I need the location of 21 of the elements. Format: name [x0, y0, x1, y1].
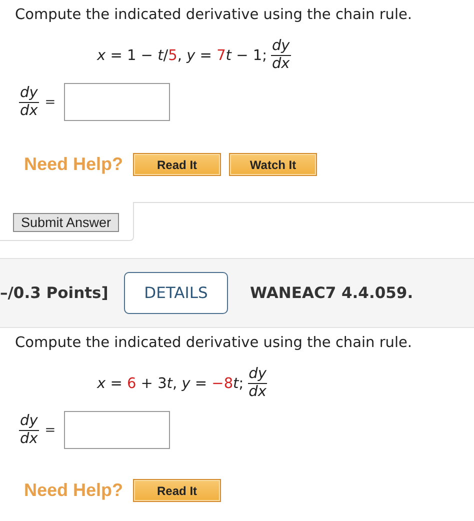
- derivative-label: dy dx: [19, 412, 39, 448]
- equation-text: x = 1 − t/5, y = 7t − 1;: [97, 48, 267, 64]
- help-button[interactable]: Read It: [133, 479, 222, 502]
- submit-answer-button[interactable]: Submit Answer: [13, 213, 120, 232]
- details-button[interactable]: DETAILS: [124, 272, 228, 314]
- equation-text: x = 6 + 3t, y = −8t;: [97, 376, 244, 392]
- help-button[interactable]: Watch It: [229, 153, 318, 176]
- derivative-fraction: dy dx: [248, 366, 268, 401]
- question-id: WANEAC7 4.4.059.: [250, 284, 414, 302]
- points-text: –/0.3 Points]: [0, 284, 110, 302]
- answer-field[interactable]: [64, 83, 170, 121]
- equals-sign: =: [44, 94, 56, 110]
- need-help-label: Need Help?: [24, 154, 124, 175]
- answer-field[interactable]: [64, 411, 170, 449]
- equals-sign: =: [44, 422, 56, 438]
- instruction-text: Compute the indicated derivative using the chain rule.: [15, 6, 414, 24]
- help-button[interactable]: Read It: [133, 153, 222, 176]
- derivative-fraction: dy dx: [270, 38, 291, 73]
- need-help-label: Need Help?: [24, 480, 124, 501]
- instruction-text: Compute the indicated derivative using the chain rule.: [15, 334, 414, 352]
- derivative-label: dy dx: [19, 84, 39, 120]
